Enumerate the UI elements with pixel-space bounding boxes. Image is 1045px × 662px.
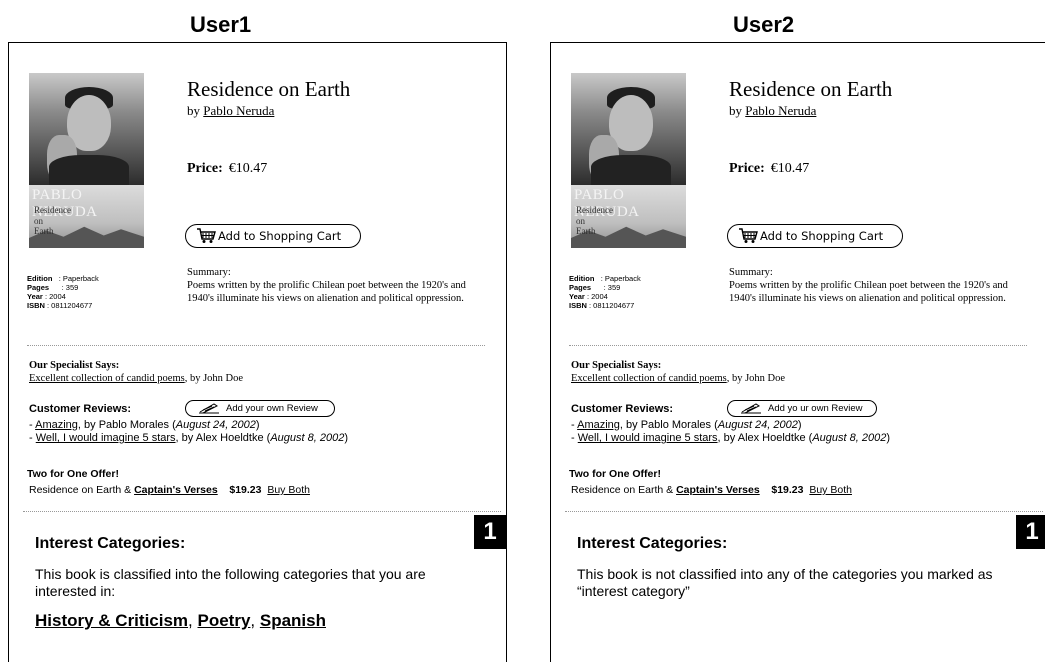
add-to-cart-label: Add to Shopping Cart (760, 229, 884, 243)
divider (565, 511, 1043, 512)
add-review-label: Add your own Review (226, 403, 318, 414)
shopping-cart-icon (197, 228, 216, 243)
cover-line: on (34, 216, 43, 226)
specialist-section: Our Specialist Says: Excellent collectio… (29, 359, 243, 385)
offer-price: $19.23 (229, 484, 262, 496)
byline: by Pablo Neruda (729, 103, 817, 118)
specialist-author: , by John Doe (184, 373, 244, 384)
divider (27, 345, 485, 346)
divider (23, 511, 501, 512)
add-to-cart-button[interactable]: Add to Shopping Cart (185, 224, 361, 248)
summary: Summary: Poems written by the prolific C… (729, 266, 1019, 305)
user1-title: User1 (190, 12, 252, 37)
cover-author-text: PABLO NERUDA (32, 187, 98, 220)
price-value: €10.47 (228, 161, 268, 176)
summary: Summary: Poems written by the prolific C… (187, 266, 477, 305)
book-cover-image[interactable]: PABLO NERUDA Residence on Earth (29, 73, 144, 248)
review-item: - Well, I would imagine 5 stars, by Alex… (29, 432, 349, 444)
buy-both-link[interactable]: Buy Both (809, 484, 852, 496)
specialist-author: , by John Doe (726, 373, 786, 384)
review-item: - Well, I would imagine 5 stars, by Alex… (571, 432, 891, 444)
cover-line: Residence (34, 205, 71, 215)
pen-icon (741, 403, 761, 414)
specialist-review-link[interactable]: Excellent collection of candid poems (29, 373, 185, 384)
review-link[interactable]: Amazing (35, 419, 78, 431)
meta-pages: Pages : 359 (569, 283, 621, 292)
cover-line: on (576, 216, 585, 226)
price: Price: €10.47 (729, 161, 809, 177)
book-meta: Edition : Paperback Pages : 359 Year : 2… (569, 274, 641, 310)
category-link[interactable]: Poetry (198, 611, 251, 630)
add-to-cart-button[interactable]: Add to Shopping Cart (727, 224, 903, 248)
meta-isbn: ISBN : 0811204677 (27, 301, 93, 310)
specialist-label: Our Specialist Says: (29, 360, 120, 371)
price-value: €10.47 (770, 161, 810, 176)
user1-panel: PABLO NERUDA Residence on Earth Residenc… (8, 42, 507, 662)
summary-text: Poems written by the prolific Chilean po… (729, 280, 1008, 304)
meta-isbn: ISBN : 0811204677 (569, 301, 635, 310)
user2-panel: PABLO NERUDA Residence on Earth Residenc… (550, 42, 1045, 662)
price: Price: €10.47 (187, 161, 267, 177)
offer-label: Two for One Offer! (569, 468, 661, 480)
add-review-button[interactable]: Add your own Review (185, 400, 335, 417)
meta-year: Year : 2004 (27, 292, 66, 301)
add-review-label: Add yo ur own Review (768, 403, 863, 414)
captains-verses-link[interactable]: Captain's Verses (676, 484, 760, 496)
summary-label: Summary: (187, 267, 231, 278)
book-meta: Edition : Paperback Pages : 359 Year : 2… (27, 274, 99, 310)
byline: by Pablo Neruda (187, 103, 275, 118)
cover-author-text: PABLO NERUDA (574, 187, 640, 220)
interest-categories-title: Interest Categories: (35, 535, 186, 552)
summary-label: Summary: (729, 267, 773, 278)
meta-pages: Pages : 359 (27, 283, 79, 292)
price-label: Price: (729, 161, 765, 176)
divider (569, 345, 1027, 346)
category-separator: , (250, 611, 260, 630)
captains-verses-link[interactable]: Captain's Verses (134, 484, 218, 496)
specialist-review-link[interactable]: Excellent collection of candid poems (571, 373, 727, 384)
specialist-label: Our Specialist Says: (571, 360, 662, 371)
interest-categories-description: This book is not classified into any of … (577, 566, 993, 599)
cover-line: Residence (576, 205, 613, 215)
user2-title: User2 (733, 12, 795, 37)
review-link[interactable]: Amazing (577, 419, 620, 431)
add-to-cart-label: Add to Shopping Cart (218, 229, 342, 243)
cover-line: Earth (34, 226, 54, 236)
book-cover-image[interactable]: PABLO NERUDA Residence on Earth (571, 73, 686, 248)
book-title: Residence on Earth (729, 77, 893, 101)
review-link[interactable]: Well, I would imagine 5 stars (36, 432, 176, 444)
add-review-button[interactable]: Add yo ur own Review (727, 400, 877, 417)
review-item: - Amazing, by Pablo Morales (August 24, … (571, 419, 802, 431)
category-link[interactable]: Spanish (260, 611, 326, 630)
author-link[interactable]: Pablo Neruda (203, 103, 274, 118)
specialist-section: Our Specialist Says: Excellent collectio… (571, 359, 785, 385)
category-separator: , (188, 611, 198, 630)
interest-categories-title: Interest Categories: (577, 535, 728, 552)
number-badge: 1 (1016, 515, 1045, 549)
cover-line: Earth (576, 226, 596, 236)
summary-text: Poems written by the prolific Chilean po… (187, 280, 466, 304)
meta-year: Year : 2004 (569, 292, 608, 301)
two-for-one-offer: Two for One Offer! Residence on Earth & … (569, 468, 852, 496)
book-title: Residence on Earth (187, 77, 351, 101)
meta-edition: Edition : Paperback (27, 274, 99, 283)
offer-price: $19.23 (771, 484, 804, 496)
interest-categories-list: History & Criticism, Poetry, Spanish (35, 611, 326, 631)
pen-icon (199, 403, 219, 414)
buy-both-link[interactable]: Buy Both (267, 484, 310, 496)
number-badge: 1 (474, 515, 506, 549)
price-label: Price: (187, 161, 223, 176)
two-for-one-offer: Two for One Offer! Residence on Earth & … (27, 468, 310, 496)
shopping-cart-icon (739, 228, 758, 243)
interest-categories-description: This book is classified into the followi… (35, 566, 426, 599)
review-item: - Amazing, by Pablo Morales (August 24, … (29, 419, 260, 431)
category-link[interactable]: History & Criticism (35, 611, 188, 630)
meta-edition: Edition : Paperback (569, 274, 641, 283)
author-link[interactable]: Pablo Neruda (745, 103, 816, 118)
offer-label: Two for One Offer! (27, 468, 119, 480)
review-link[interactable]: Well, I would imagine 5 stars (578, 432, 718, 444)
